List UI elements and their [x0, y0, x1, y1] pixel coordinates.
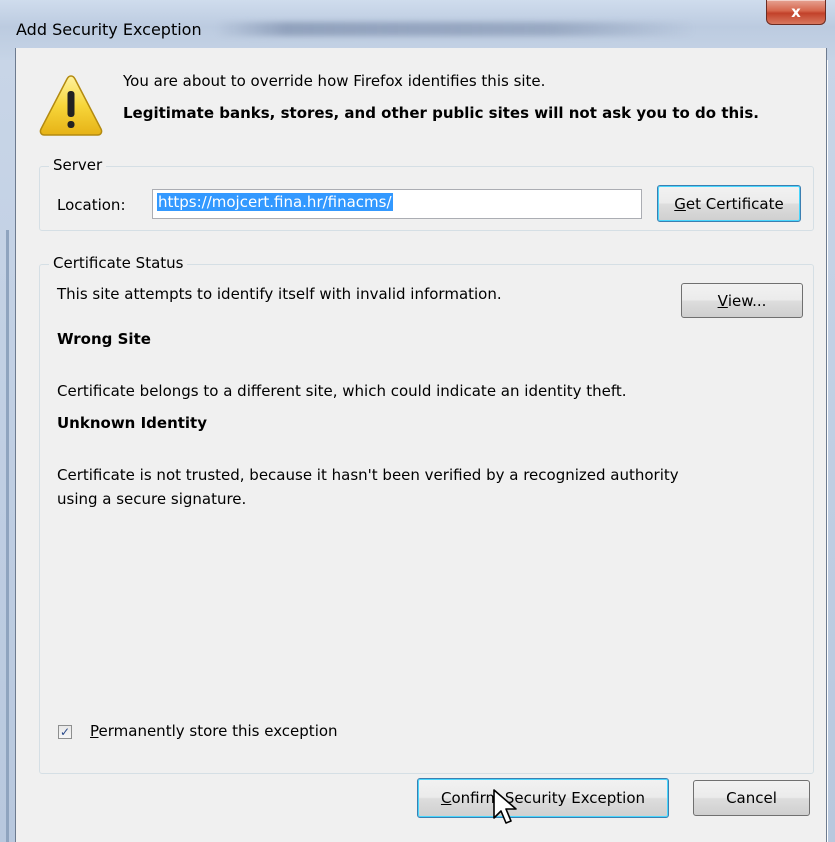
certificate-status-group-label: Certificate Status [49, 254, 188, 272]
location-label: Location: [57, 196, 126, 214]
wrong-site-heading: Wrong Site [57, 330, 151, 348]
view-button[interactable]: View... [681, 283, 803, 318]
override-warning-text: You are about to override how Firefox id… [123, 72, 546, 90]
permanently-store-text: ermanently store this exception [98, 722, 338, 740]
confirm-security-exception-button[interactable]: Confirm Security Exception [417, 778, 669, 818]
confirm-accesskey: C [440, 789, 452, 807]
checkmark-icon: ✓ [59, 725, 71, 739]
unknown-identity-description-line1: Certificate is not trusted, because it h… [57, 466, 679, 484]
certificate-status-groupbox [39, 264, 814, 774]
wrong-site-description: Certificate belongs to a different site,… [57, 382, 627, 400]
window-frame-left [0, 0, 15, 842]
server-group-label: Server [49, 156, 107, 174]
view-label: iew... [727, 291, 767, 310]
unknown-identity-heading: Unknown Identity [57, 414, 208, 432]
close-icon: x [791, 3, 801, 21]
location-input[interactable]: https://mojcert.fina.hr/finacms/ [152, 189, 642, 219]
get-certificate-accesskey: G [674, 194, 686, 213]
confirm-label: onfirm Security Exception [451, 789, 646, 807]
window-frame-right [828, 0, 835, 842]
close-button[interactable]: x [766, 0, 826, 25]
background-window-title-blur [215, 22, 695, 36]
view-accesskey: V [717, 291, 728, 310]
get-certificate-label: et Certificate [685, 194, 784, 213]
status-intro-text: This site attempts to identify itself wi… [57, 285, 502, 303]
window-title: Add Security Exception [16, 20, 202, 39]
permanently-store-label[interactable]: Permanently store this exception [90, 722, 338, 740]
cancel-button[interactable]: Cancel [693, 780, 810, 816]
permanently-store-checkbox[interactable]: ✓ [58, 725, 72, 739]
get-certificate-button[interactable]: Get Certificate [657, 185, 801, 222]
mouse-cursor-icon [493, 789, 517, 824]
legitimate-sites-warning-text: Legitimate banks, stores, and other publ… [123, 104, 759, 122]
location-input-value: https://mojcert.fina.hr/finacms/ [157, 193, 393, 211]
permanently-store-accesskey: P [90, 722, 99, 740]
unknown-identity-description-line2: using a secure signature. [57, 490, 247, 508]
warning-icon [39, 75, 103, 136]
